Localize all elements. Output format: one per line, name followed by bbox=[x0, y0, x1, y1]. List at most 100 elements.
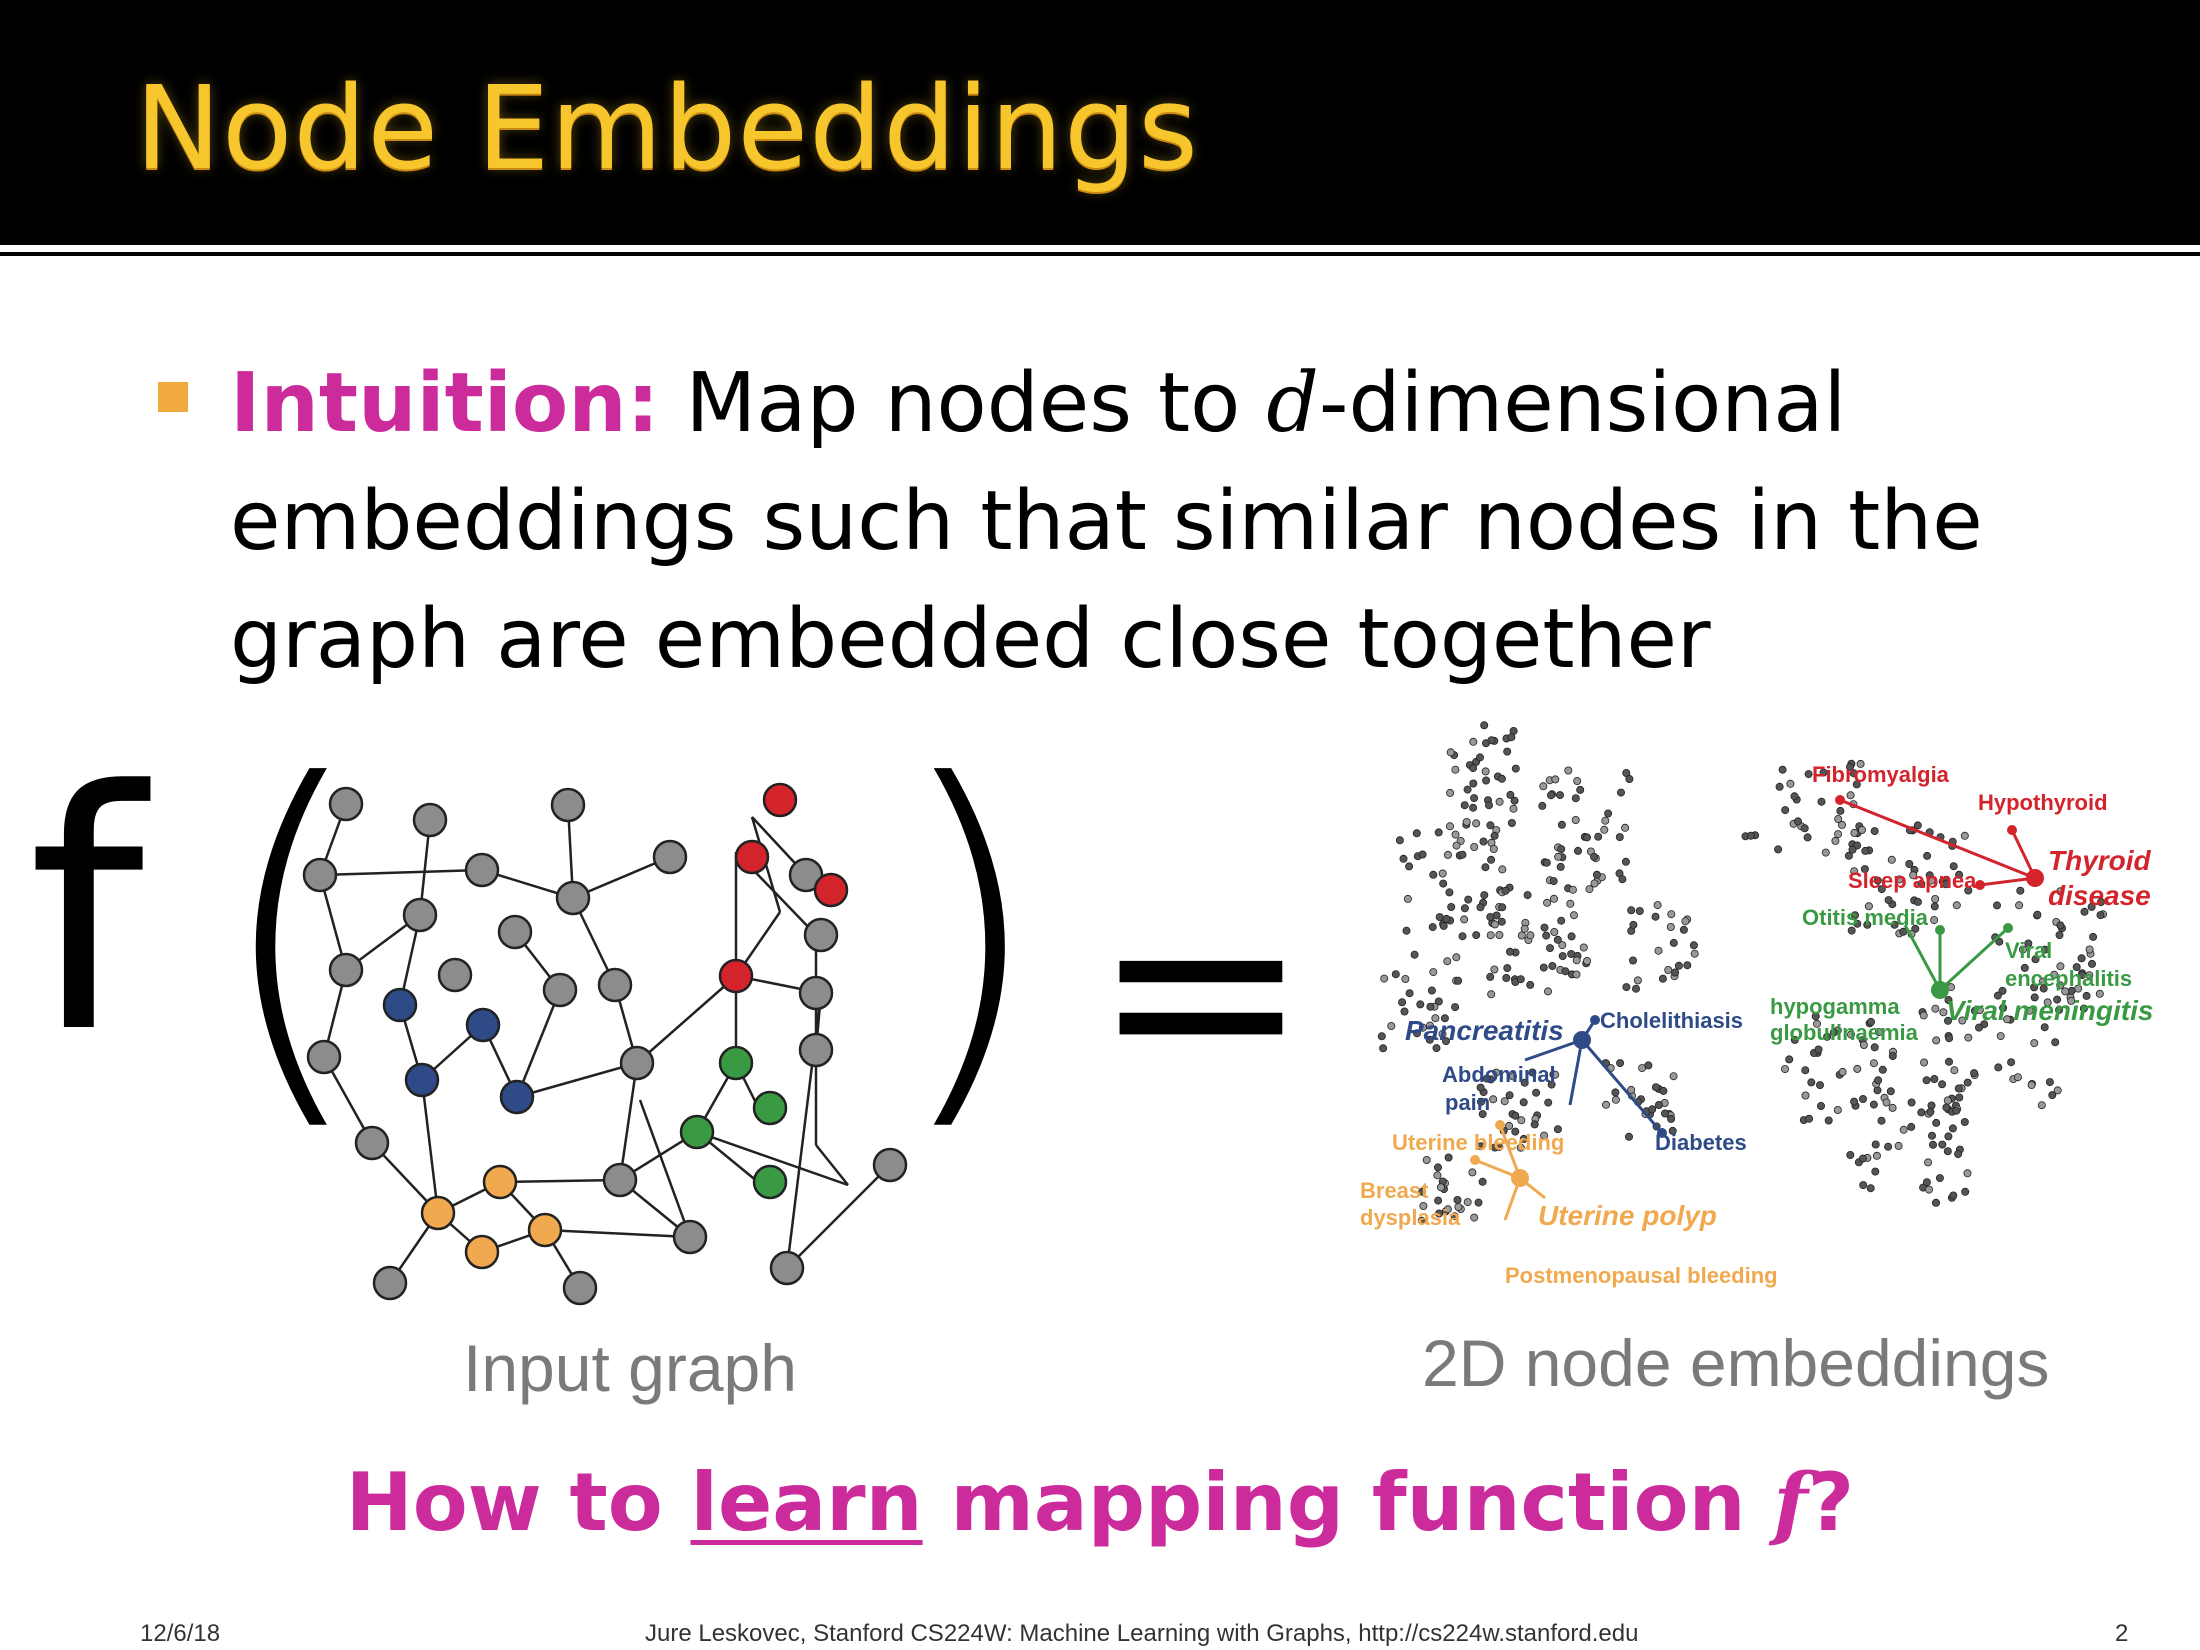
label-hypogamma: hypogamma bbox=[1770, 994, 1900, 1019]
embedding-point bbox=[1942, 1103, 1951, 1112]
graph-node bbox=[798, 1032, 834, 1068]
embedding-point bbox=[1451, 830, 1460, 839]
embedding-point bbox=[1472, 931, 1481, 940]
graph-node bbox=[803, 917, 839, 953]
embedding-point bbox=[1618, 875, 1627, 884]
embedding-point bbox=[1960, 831, 1969, 840]
graph-node bbox=[402, 897, 438, 933]
embedding-point bbox=[1920, 1058, 1929, 1067]
embedding-point bbox=[1932, 1118, 1941, 1127]
label-cholelithiasis: Cholelithiasis bbox=[1600, 1008, 1743, 1033]
bullet-text-before: Map nodes to bbox=[659, 356, 1267, 451]
embedding-point bbox=[1507, 819, 1516, 828]
embedding-point bbox=[1463, 785, 1472, 794]
graph-node bbox=[542, 972, 578, 1008]
label-globulinaemia: globulinaemia bbox=[1770, 1020, 1919, 1045]
embedding-point bbox=[1926, 1107, 1935, 1116]
embedding-point bbox=[1472, 819, 1481, 828]
embedding-point bbox=[1557, 845, 1566, 854]
embedding-point bbox=[1836, 806, 1845, 815]
label-pancreatitis: Pancreatitis bbox=[1405, 1015, 1564, 1046]
footer-date: 12/6/18 bbox=[140, 1620, 221, 1647]
graph-node bbox=[302, 857, 338, 893]
graph-nodes bbox=[302, 782, 908, 1306]
graph-node-green bbox=[718, 1045, 754, 1081]
embedding-point bbox=[1582, 956, 1591, 965]
graph-node bbox=[769, 1250, 805, 1286]
embedding-point bbox=[1616, 788, 1625, 797]
embedding-point bbox=[1506, 790, 1515, 799]
graph-node bbox=[562, 1270, 598, 1306]
embedding-point bbox=[1930, 1074, 1939, 1083]
embedding-point bbox=[1490, 965, 1499, 974]
embedding-point bbox=[1453, 1195, 1462, 1204]
embedding-point bbox=[1924, 1158, 1933, 1167]
embedding-point bbox=[1481, 863, 1490, 872]
embedding-point bbox=[2033, 910, 2042, 919]
embedding-point bbox=[1905, 859, 1914, 868]
embedding-point bbox=[1380, 974, 1389, 983]
graph-node bbox=[597, 967, 633, 1003]
embedding-point bbox=[1517, 1116, 1526, 1125]
embedding-point bbox=[1780, 1065, 1789, 1074]
embedding-point bbox=[1429, 968, 1438, 977]
embedding-point bbox=[1669, 938, 1678, 947]
embedding-point bbox=[1917, 1108, 1926, 1117]
embedding-point bbox=[1418, 850, 1427, 859]
label-uterine-polyp: Uterine polyp bbox=[1538, 1200, 1717, 1231]
embedding-point bbox=[1566, 899, 1575, 908]
embedding-point bbox=[1517, 931, 1526, 940]
embedding-point bbox=[1859, 1181, 1868, 1190]
embedding-point bbox=[1884, 896, 1893, 905]
embedding-point bbox=[1548, 961, 1557, 970]
graph-node bbox=[412, 802, 448, 838]
embedding-point bbox=[1405, 862, 1414, 871]
graph-node bbox=[672, 1219, 708, 1255]
embedding-point bbox=[1834, 815, 1843, 824]
embedding-point bbox=[1874, 1076, 1883, 1085]
embedding-point bbox=[1949, 1191, 1958, 1200]
embedding-point bbox=[1815, 1081, 1824, 1090]
embedding-point bbox=[1594, 832, 1603, 841]
embedding-point bbox=[1629, 920, 1638, 929]
embedding-point bbox=[1446, 788, 1455, 797]
embedding-point bbox=[1489, 1095, 1498, 1104]
embedding-point bbox=[2056, 921, 2065, 930]
embedding-point bbox=[1963, 1169, 1972, 1178]
embedding-point bbox=[1481, 767, 1490, 776]
embedding-point bbox=[1935, 1174, 1944, 1183]
embedding-point bbox=[1625, 775, 1634, 784]
embedding-point bbox=[1611, 1095, 1620, 1104]
embedding-point bbox=[1445, 888, 1454, 897]
embedding-point bbox=[1549, 877, 1558, 886]
embedding-point bbox=[1585, 885, 1594, 894]
embedding-point bbox=[1621, 823, 1630, 832]
embedding-point bbox=[1532, 1088, 1541, 1097]
embedding-point bbox=[1391, 970, 1400, 979]
embedding-point bbox=[1487, 990, 1496, 999]
embedding-point bbox=[1938, 1140, 1947, 1149]
graph-node-orange bbox=[464, 1234, 500, 1270]
embedding-point bbox=[1460, 904, 1469, 913]
embedding-point bbox=[1379, 1044, 1388, 1053]
embedding-point bbox=[1963, 1078, 1972, 1087]
graph-node bbox=[652, 839, 688, 875]
embedding-point bbox=[1919, 1011, 1928, 1020]
graph-node-blue bbox=[465, 1007, 501, 1043]
embedding-point bbox=[1469, 803, 1478, 812]
embedding-point bbox=[1877, 1116, 1886, 1125]
embedding-point bbox=[1487, 736, 1496, 745]
embedding-point bbox=[1611, 1088, 1620, 1097]
embedding-point bbox=[1869, 1100, 1878, 1109]
embedding-point bbox=[1850, 828, 1859, 837]
embedding-point bbox=[1550, 927, 1559, 936]
embedding-point bbox=[1489, 845, 1498, 854]
embedding-point bbox=[1428, 923, 1437, 932]
embedding-point bbox=[1870, 827, 1879, 836]
embedding-point bbox=[1948, 1124, 1957, 1133]
embedding-point bbox=[1888, 1103, 1897, 1112]
embedding-point bbox=[1395, 836, 1404, 845]
slide-title: Node Embeddings bbox=[135, 62, 1199, 196]
embedding-point bbox=[1801, 1091, 1810, 1100]
embedding-point bbox=[1377, 1032, 1386, 1041]
